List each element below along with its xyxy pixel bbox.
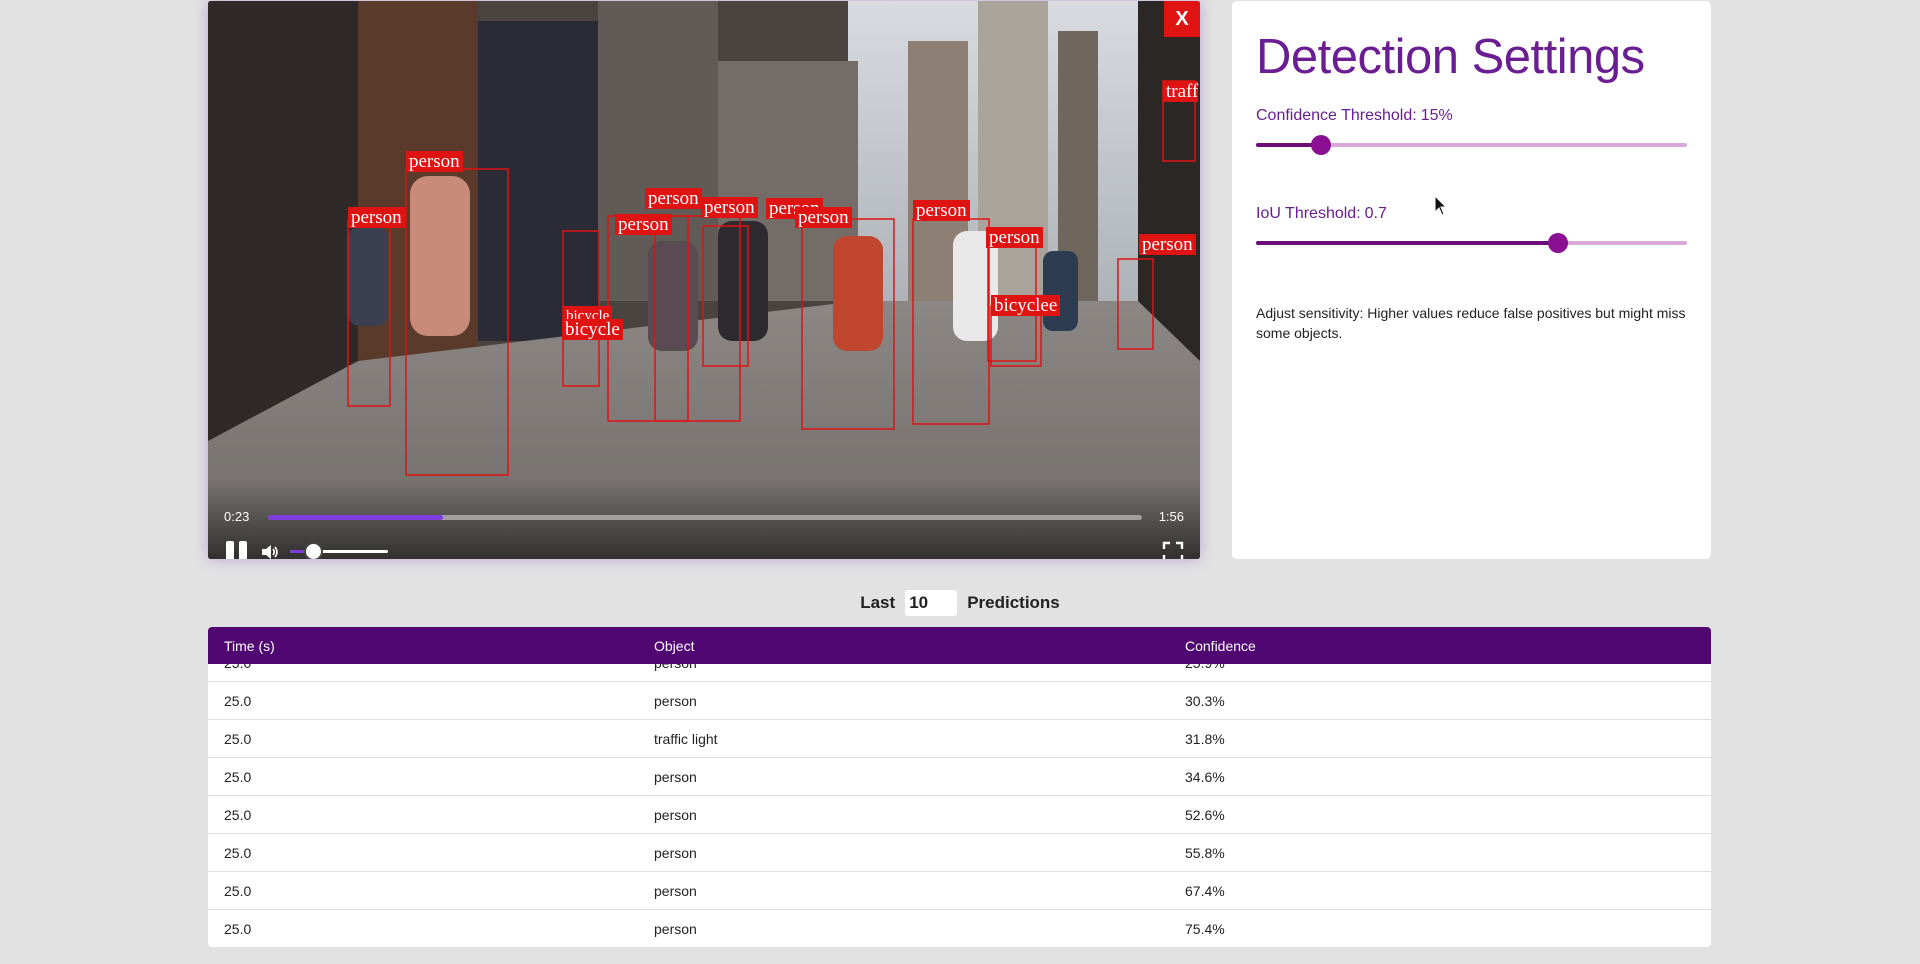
table-row: 25.0 person 75.4% [208,910,1711,947]
duration: 1:56 [1158,509,1184,524]
prediction-count-input[interactable] [905,590,958,616]
current-time: 0:23 [224,509,250,524]
iou-thumb[interactable] [1547,233,1568,253]
sensitivity-hint: Adjust sensitivity: Higher values reduce… [1256,305,1686,341]
column-header-confidence: Confidence [1185,637,1256,654]
cell-time: 25.0 [224,844,252,861]
table-row: 25.0 person 55.8% [208,834,1711,872]
detection-label: person [645,188,702,209]
confidence-label: Confidence Threshold: 15% [1256,107,1687,125]
cell-time: 25.0 [224,768,252,785]
detection-label: person [795,207,852,228]
iou-value: 0.7 [1364,205,1387,222]
cell-object: person [654,806,697,823]
confidence-value: 15% [1420,107,1453,124]
cell-object: person [654,692,697,709]
video-controls: 0:23 1:56 [208,479,1200,559]
detection-label: person [1139,234,1196,255]
cell-confidence: 55.8% [1185,844,1225,861]
video-player[interactable]: person person person person person perso… [208,1,1200,559]
detection-label: person [348,207,405,228]
cell-confidence: 30.3% [1185,692,1225,709]
detection-label: person [615,214,672,235]
predictions-table-header: Time (s) Object Confidence [208,627,1711,664]
detection-label: person [986,227,1043,248]
table-row: 25.0 traffic light 31.8% [208,720,1711,758]
cell-time: 25.0 [224,806,252,823]
cell-confidence: 31.8% [1185,730,1225,747]
video-frame [208,1,1200,559]
pause-icon [238,541,247,559]
mouse-cursor-icon [1434,195,1448,216]
cell-object: traffic light [654,730,718,747]
fullscreen-icon[interactable] [1162,541,1184,559]
confidence-slider[interactable] [1256,133,1687,157]
volume-knob[interactable] [304,542,323,559]
cell-time: 25.0 [224,882,252,899]
cell-object: person [654,844,697,861]
predictions-suffix: Predictions [967,593,1060,612]
seek-bar[interactable] [268,515,1142,520]
close-button[interactable]: X [1164,1,1200,37]
seek-bar-fill [268,515,443,520]
predictions-table-body: 25.0person25.9%25.0person30.3%25.0traffi… [208,644,1711,947]
cell-confidence: 75.4% [1185,920,1225,937]
pause-button[interactable] [224,541,248,559]
detection-label: person [406,151,463,172]
column-header-time: Time (s) [224,637,275,654]
cell-object: person [654,882,697,899]
settings-title: Detection Settings [1256,30,1645,84]
iou-label-text: IoU Threshold: [1256,205,1361,222]
cell-object: person [654,768,697,785]
table-row: 25.0 person 67.4% [208,872,1711,910]
iou-fill [1256,241,1558,245]
table-row: 25.0 person 52.6% [208,796,1711,834]
detection-label: person [913,200,970,221]
detection-label: traff [1163,81,1199,102]
confidence-label-text: Confidence Threshold: [1256,107,1417,124]
predictions-table[interactable]: 25.0person25.9%25.0person30.3%25.0traffi… [208,627,1711,947]
column-header-object: Object [654,637,695,654]
table-row: 25.0 person 34.6% [208,758,1711,796]
cell-time: 25.0 [224,692,252,709]
pause-icon [225,541,234,559]
detection-settings-panel: Detection Settings Confidence Threshold:… [1232,1,1711,559]
cell-confidence: 67.4% [1185,882,1225,899]
predictions-header: Last Predictions [0,590,1920,616]
cell-time: 25.0 [224,730,252,747]
detection-label: person [701,197,758,218]
cell-confidence: 34.6% [1185,768,1225,785]
table-row: 25.0 person 30.3% [208,682,1711,720]
cell-confidence: 52.6% [1185,806,1225,823]
cell-time: 25.0 [224,920,252,937]
predictions-prefix: Last [860,593,896,612]
detection-label: bicyclee [991,295,1061,316]
confidence-thumb[interactable] [1310,135,1331,155]
iou-slider[interactable] [1256,231,1687,255]
cell-object: person [654,920,697,937]
iou-label: IoU Threshold: 0.7 [1256,205,1687,223]
detection-label: bicycle [562,319,623,340]
volume-icon[interactable] [260,543,280,559]
